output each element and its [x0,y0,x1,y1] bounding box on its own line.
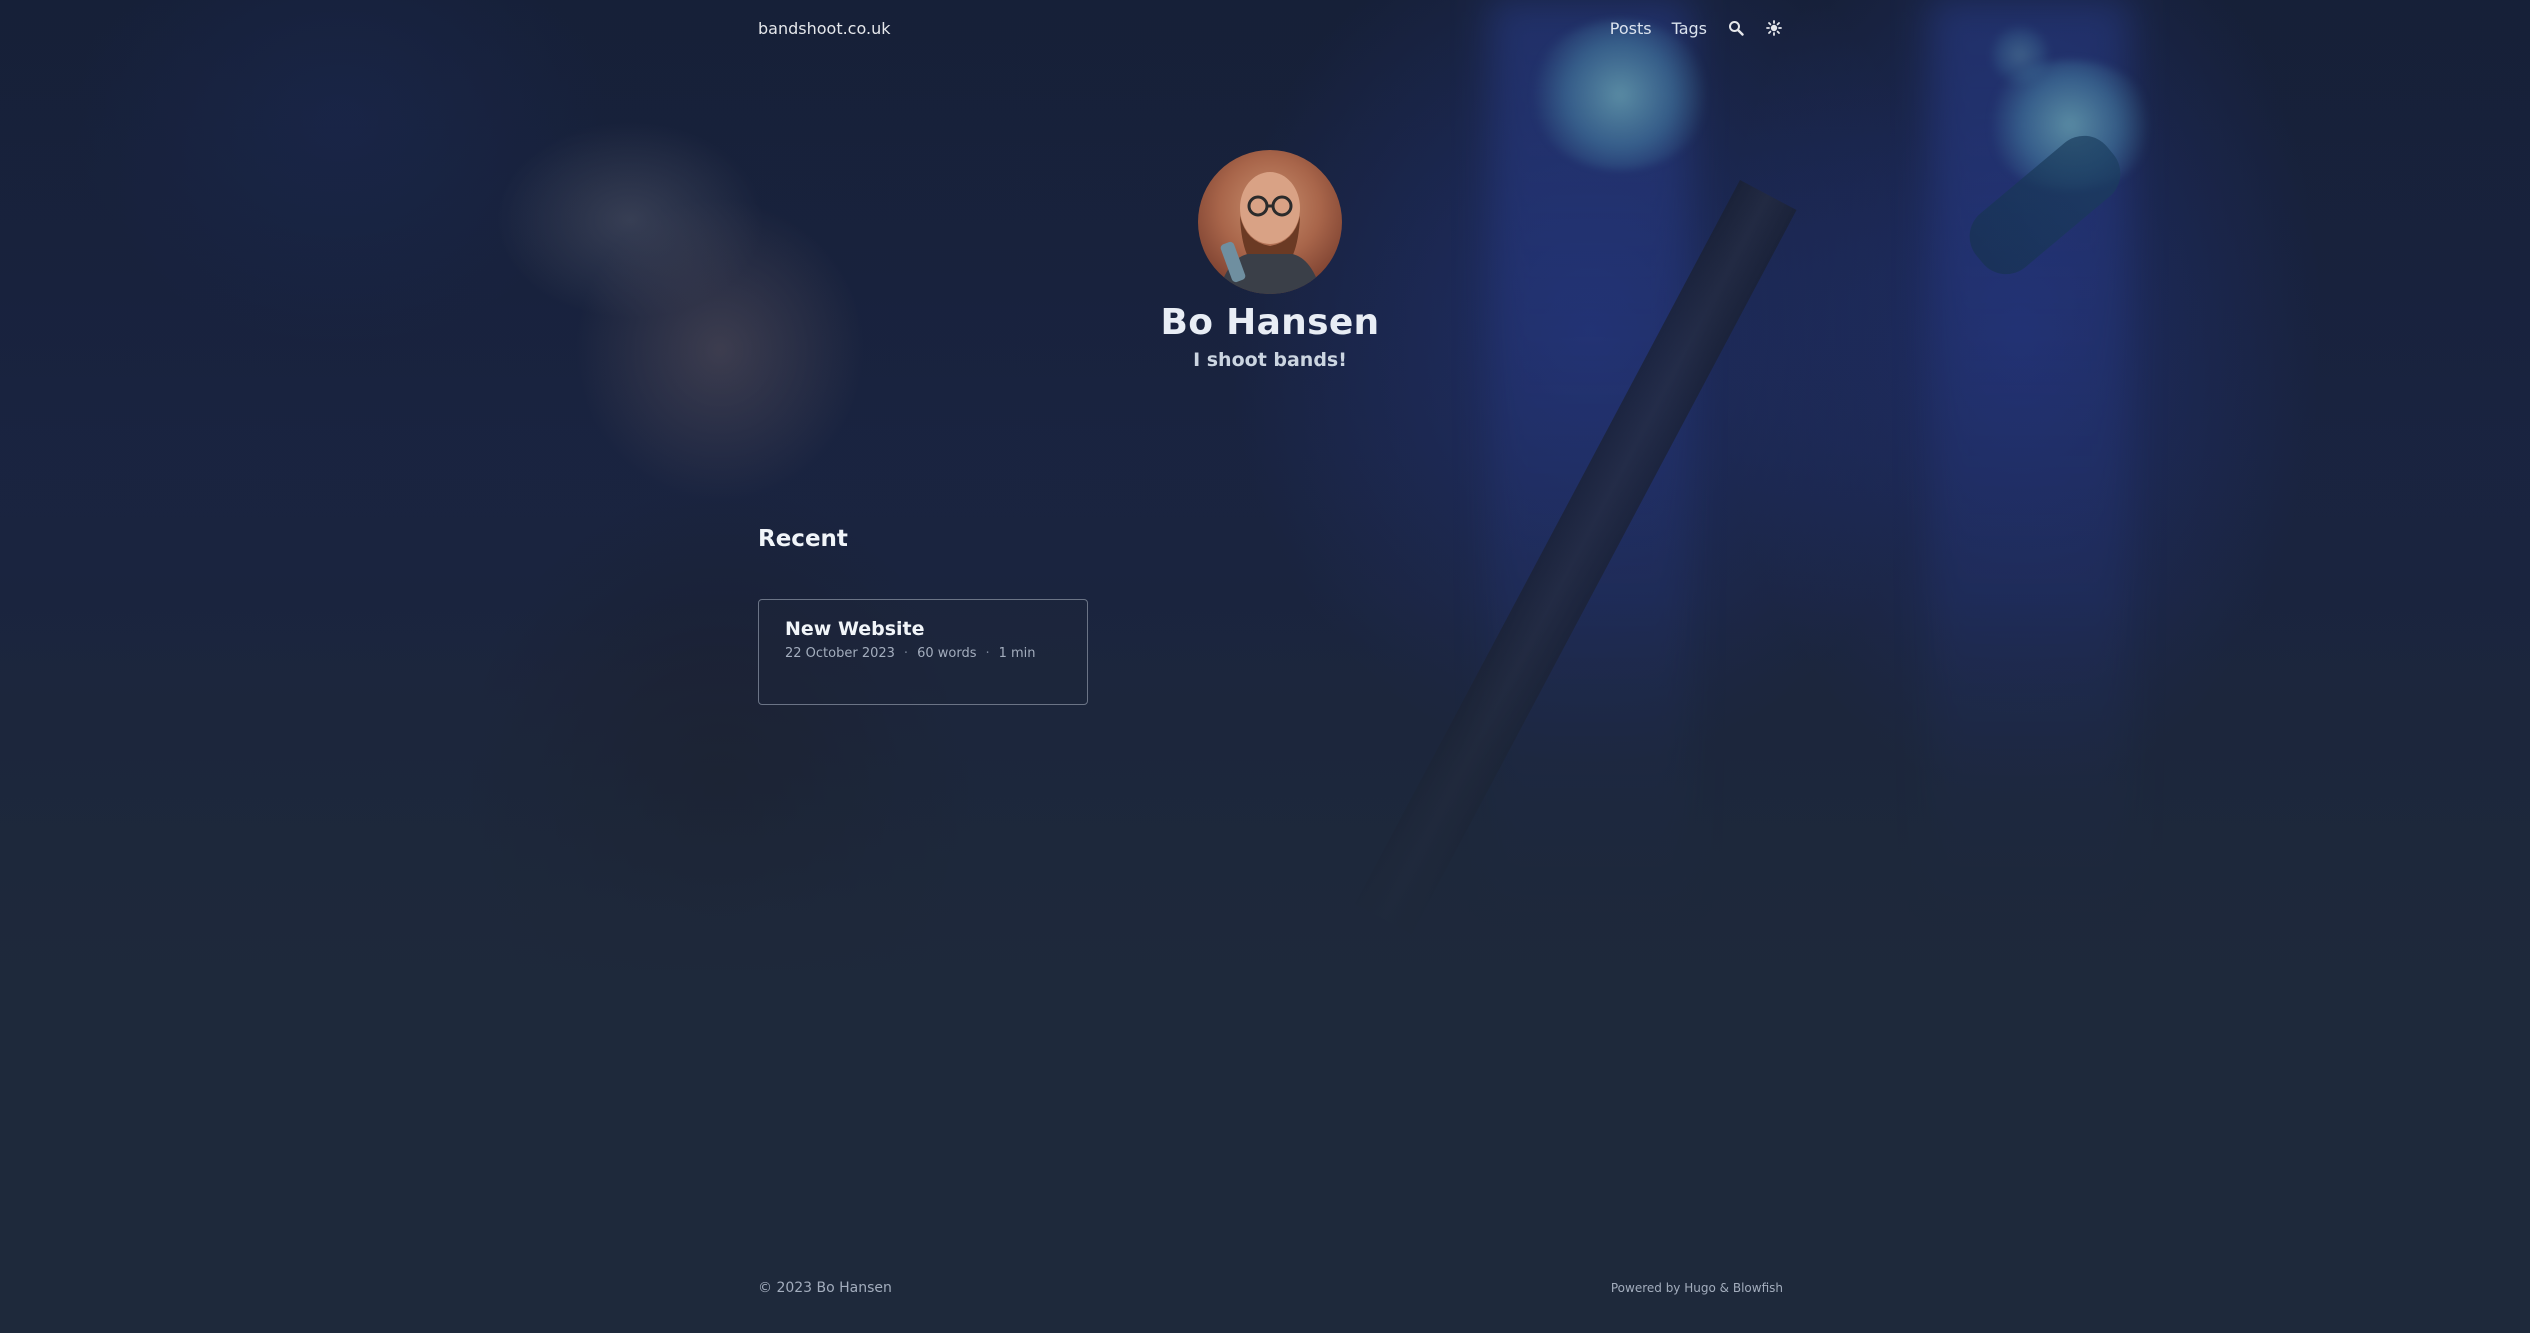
meta-separator: · [985,646,990,661]
nav-link-tags[interactable]: Tags [1672,19,1707,38]
post-card[interactable]: New Website 22 October 2023 · 60 words ·… [758,599,1088,705]
profile-name: Bo Hansen [1160,302,1380,343]
site-header: bandshoot.co.uk Posts Tags [758,0,1783,56]
sun-icon[interactable] [1765,19,1783,37]
recent-heading: Recent [758,526,848,552]
profile-tagline: I shoot bands! [1193,349,1347,371]
powered-prefix: Powered by [1610,1281,1681,1295]
hugo-link[interactable]: Hugo [1684,1281,1716,1295]
meta-separator: · [903,646,909,661]
site-title-link[interactable]: bandshoot.co.uk [758,19,890,38]
post-reading-time: 1 min [998,646,1036,661]
post-word-count: 60 words [917,646,977,661]
search-icon[interactable] [1727,19,1745,37]
main-nav: Posts Tags [1610,19,1783,38]
post-title[interactable]: New Website [785,618,925,640]
avatar [1198,150,1342,294]
nav-link-posts[interactable]: Posts [1610,19,1652,38]
post-meta: 22 October 2023 · 60 words · 1 min [785,646,1036,661]
powered-ampersand: & [1719,1281,1730,1295]
blowfish-link[interactable]: Blowfish [1733,1281,1783,1295]
post-date: 22 October 2023 [785,646,895,661]
footer-copyright: © 2023 Bo Hansen [758,1280,892,1296]
profile-section: Bo Hansen I shoot bands! [1065,150,1475,371]
footer-powered-by: Powered by Hugo & Blowfish [1611,1281,1783,1295]
